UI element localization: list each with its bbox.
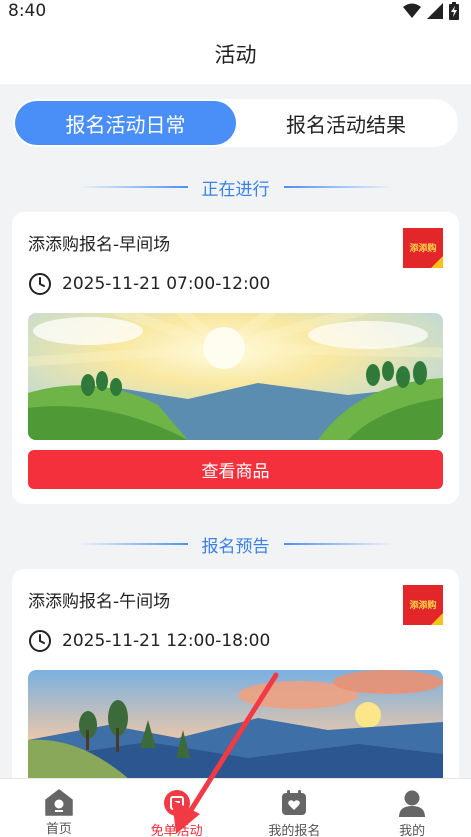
logo-corner: [431, 613, 443, 625]
clock-icon: [29, 630, 51, 652]
activity-card-morning[interactable]: 添添购报名-早间场 添添购 2025-11-21 07:00-12:00 查看商…: [12, 212, 459, 504]
logo-text: 添添购: [409, 244, 437, 254]
status-bar: 8:40: [0, 0, 471, 24]
logo-corner: [431, 256, 443, 268]
nav-home[interactable]: 首页: [0, 779, 118, 837]
section-header-preview: 报名预告: [0, 529, 471, 559]
page-title: 活动: [214, 43, 257, 67]
divider: [77, 186, 188, 188]
card-time-text: 2025-11-21 12:00-18:00: [62, 631, 271, 651]
nav-registrations-label: 我的报名: [268, 824, 321, 837]
card-time: 2025-11-21 07:00-12:00: [28, 272, 270, 296]
tab-registration-daily[interactable]: 报名活动日常: [15, 101, 236, 145]
nav-my-registrations[interactable]: 我的报名: [236, 779, 354, 837]
activity-card-noon[interactable]: 添添购报名-午间场 添添购 2025-11-21 12:00-18:00: [12, 569, 459, 799]
section-title: 报名预告: [201, 536, 270, 557]
wifi-icon: [403, 3, 421, 18]
nav-mine[interactable]: 我的: [353, 779, 471, 837]
nav-free-order-activity[interactable]: 免单活动: [118, 779, 236, 837]
home-icon: [43, 788, 75, 816]
nav-mine-label: 我的: [399, 824, 426, 837]
header: 活动: [0, 24, 471, 84]
status-time: 8:40: [8, 1, 47, 21]
logo-text: 添添购: [409, 601, 437, 611]
card-title: 添添购报名-午间场: [28, 592, 171, 612]
calendar-heart-icon: [278, 788, 310, 818]
clock-icon: [29, 273, 51, 295]
user-icon: [396, 788, 428, 818]
divider: [283, 186, 394, 188]
status-icons: [403, 2, 459, 20]
card-title: 添添购报名-早间场: [28, 235, 171, 255]
tab-registration-results[interactable]: 报名活动结果: [236, 101, 456, 145]
card-time-text: 2025-11-21 07:00-12:00: [62, 274, 271, 294]
section-header-ongoing: 正在进行: [0, 172, 471, 202]
card-time: 2025-11-21 12:00-18:00: [28, 629, 270, 653]
section-title: 正在进行: [201, 179, 270, 200]
tab-bar: 报名活动日常 报名活动结果: [13, 99, 458, 147]
view-products-button[interactable]: 查看商品: [28, 450, 443, 489]
signal-icon: [427, 3, 443, 19]
divider: [77, 543, 188, 545]
banner-image: [28, 313, 443, 440]
nav-home-label: 首页: [45, 822, 72, 837]
brand-logo: 添添购: [403, 228, 443, 268]
bottom-nav: 首页 免单活动 我的报名 我的: [0, 778, 471, 837]
divider: [283, 543, 394, 545]
activity-icon: [161, 788, 193, 818]
battery-icon: [449, 2, 459, 20]
nav-activity-label: 免单活动: [150, 824, 203, 837]
brand-logo: 添添购: [403, 585, 443, 625]
